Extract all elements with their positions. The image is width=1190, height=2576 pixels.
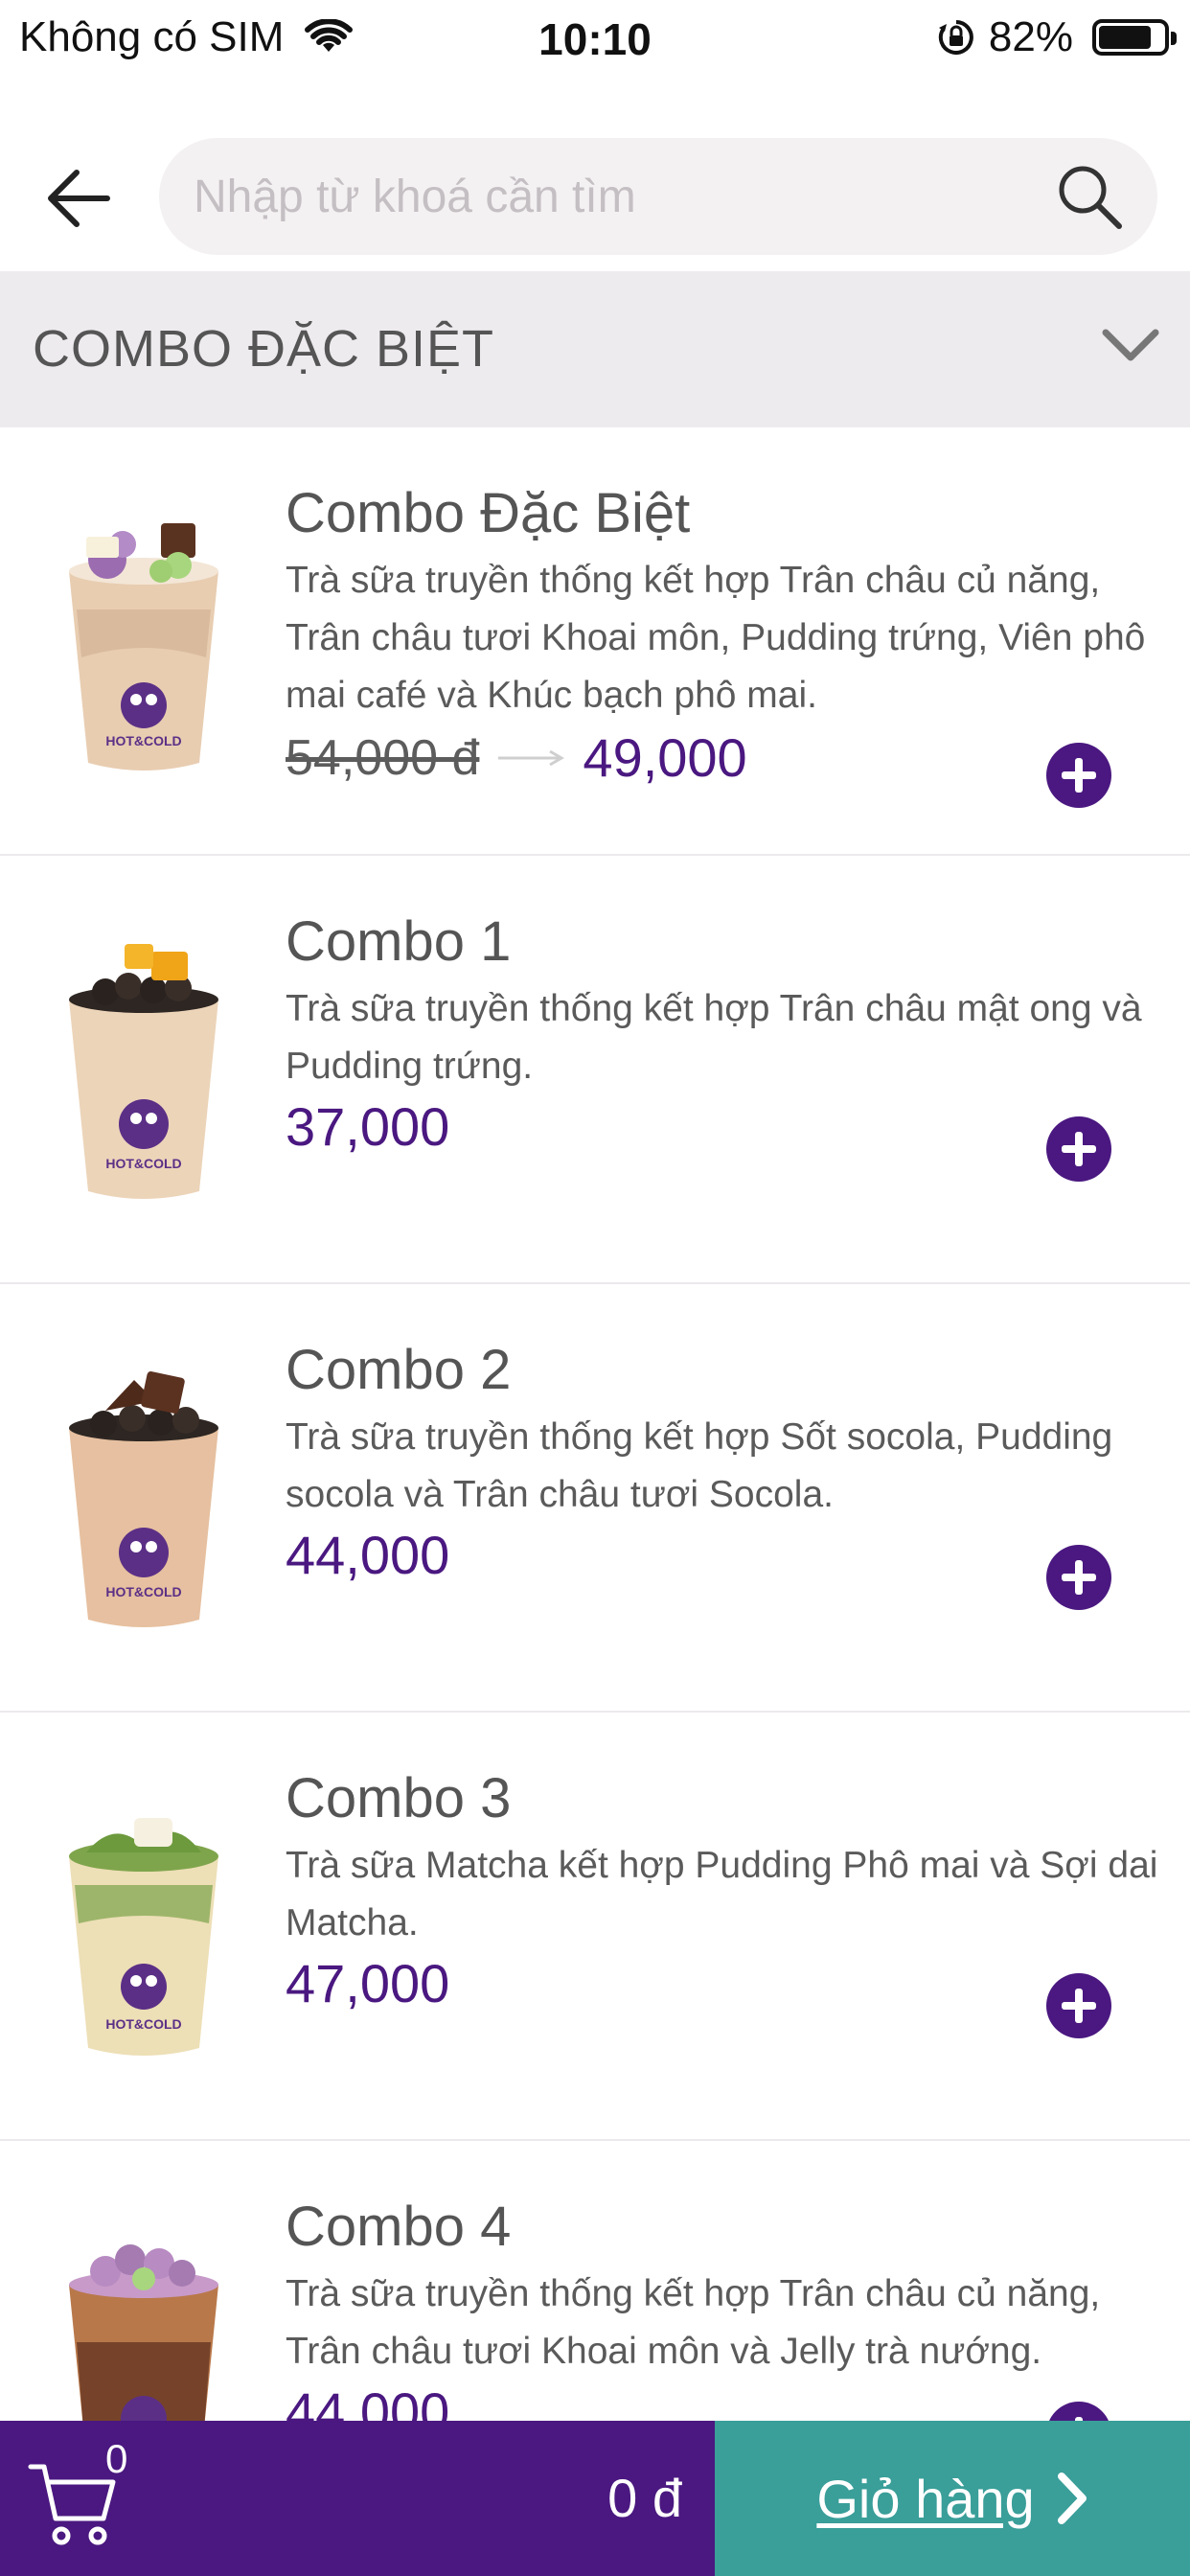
price-row: 37,000 xyxy=(286,1095,449,1158)
product-image: HOT&COLD xyxy=(69,1818,218,2056)
price: 44,000 xyxy=(286,2381,450,2421)
svg-text:HOT&COLD: HOT&COLD xyxy=(105,2016,181,2032)
orientation-lock-icon xyxy=(938,20,973,55)
header xyxy=(0,134,1190,259)
product-description: Trà sữa truyền thống kết hợp Trân châu m… xyxy=(286,988,1142,1087)
product-image: HOT&COLD xyxy=(69,944,218,1199)
product-item[interactable]: Combo 4 Trà sữa truyền thống kết hợp Trâ… xyxy=(0,2141,1190,2421)
view-cart-label: Giỏ hàng xyxy=(816,2468,1035,2529)
add-to-cart-button[interactable] xyxy=(1046,2402,1111,2421)
product-description: Trà sữa truyền thống kết hợp Sốt socola,… xyxy=(286,1416,1113,1515)
product-image: HOT&COLD xyxy=(69,1371,218,1627)
add-to-cart-button[interactable] xyxy=(1046,1973,1111,2038)
product-name: Combo 2 xyxy=(286,1339,512,1401)
cart-total: 0 đ xyxy=(607,2468,682,2528)
product-item[interactable]: HOT&COLD Combo Đặc Biệt Trà sữa truyền t… xyxy=(0,427,1190,856)
cart-summary[interactable]: 0 0 đ xyxy=(0,2421,715,2576)
search-bar[interactable] xyxy=(159,138,1157,255)
category-header[interactable]: COMBO ĐẶC BIỆT xyxy=(0,271,1190,427)
chevron-down-icon[interactable] xyxy=(1100,321,1161,369)
product-image: HOT&COLD xyxy=(69,523,218,770)
search-icon[interactable] xyxy=(1054,161,1125,232)
product-item[interactable]: HOT&COLD Combo 2 Trà sữa truyền thống kế… xyxy=(0,1284,1190,1713)
price-row: 47,000 xyxy=(286,1952,449,2014)
arrow-right-icon xyxy=(498,749,565,766)
battery-percent: 82% xyxy=(988,13,1073,60)
svg-text:HOT&COLD: HOT&COLD xyxy=(105,733,181,748)
product-name: Combo 4 xyxy=(286,2196,512,2258)
product-name: Combo Đặc Biệt xyxy=(286,482,691,544)
price: 47,000 xyxy=(286,1953,450,2013)
product-description: Trà sữa truyền thống kết hợp Trân châu c… xyxy=(286,2273,1101,2372)
svg-text:HOT&COLD: HOT&COLD xyxy=(105,1584,181,1599)
back-arrow-icon[interactable] xyxy=(38,155,125,242)
price: 49,000 xyxy=(583,727,747,788)
product-image xyxy=(69,2244,218,2421)
product-list: HOT&COLD Combo Đặc Biệt Trà sữa truyền t… xyxy=(0,427,1190,2421)
price-row: 54,000 đ 49,000 xyxy=(286,726,747,789)
price: 37,000 xyxy=(286,1096,450,1157)
svg-text:HOT&COLD: HOT&COLD xyxy=(105,1156,181,1171)
product-description: Trà sữa truyền thống kết hợp Trân châu c… xyxy=(286,560,1146,716)
add-to-cart-button[interactable] xyxy=(1046,743,1111,808)
chevron-right-icon xyxy=(1057,2472,1087,2524)
product-item[interactable]: HOT&COLD Combo 1 Trà sữa truyền thống kế… xyxy=(0,856,1190,1284)
add-to-cart-button[interactable] xyxy=(1046,1545,1111,1610)
price-row: 44,000 xyxy=(286,1524,449,1586)
old-price: 54,000 đ xyxy=(286,729,480,786)
product-description: Trà sữa Matcha kết hợp Pudding Phô mai v… xyxy=(286,1845,1158,1944)
product-name: Combo 3 xyxy=(286,1767,512,1829)
add-to-cart-button[interactable] xyxy=(1046,1116,1111,1182)
battery-icon xyxy=(1092,19,1177,56)
price-row: 44,000 xyxy=(286,2380,449,2421)
price: 44,000 xyxy=(286,1525,450,1585)
battery-level xyxy=(1099,26,1152,49)
status-bar: Không có SIM 10:10 82% xyxy=(0,0,1190,80)
bottom-cart-bar: 0 0 đ Giỏ hàng xyxy=(0,2421,1190,2576)
status-right: 82% xyxy=(937,13,1177,61)
product-name: Combo 1 xyxy=(286,910,512,973)
search-input[interactable] xyxy=(194,138,1056,255)
view-cart-button[interactable]: Giỏ hàng xyxy=(715,2421,1190,2576)
cart-count-badge: 0 xyxy=(105,2436,128,2481)
product-item[interactable]: HOT&COLD Combo 3 Trà sữa Matcha kết hợp … xyxy=(0,1713,1190,2141)
category-title: COMBO ĐẶC BIỆT xyxy=(33,320,495,378)
